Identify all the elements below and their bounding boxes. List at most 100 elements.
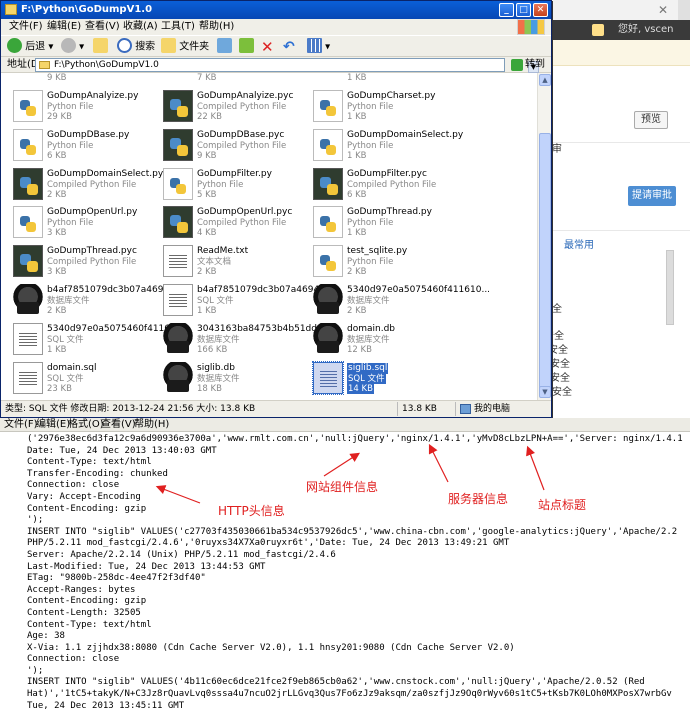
text-line: ETag: "9800b-258dc-4ee47f2f3df40" bbox=[27, 573, 206, 584]
file-item[interactable]: GoDumpDBase.pyc Compiled Python File 9 KB bbox=[163, 127, 313, 165]
compiled-python-icon bbox=[13, 245, 43, 278]
file-item[interactable]: domain.sql SQL 文件 23 KB bbox=[13, 360, 163, 398]
notification-icon[interactable] bbox=[592, 24, 604, 36]
file-item[interactable]: GoDumpDomainSelect.pyc Compiled Python Fi… bbox=[13, 166, 168, 204]
go-button[interactable]: 转到 bbox=[511, 58, 549, 72]
menu-favorites[interactable]: 收藏(A) bbox=[123, 19, 158, 35]
file-item[interactable]: GoDumpThread.py Python File 1 KB bbox=[313, 204, 463, 242]
file-item[interactable]: siglib.db 数据库文件 18 KB bbox=[163, 360, 313, 398]
menu-file[interactable]: 文件(F) bbox=[4, 418, 38, 432]
folders-button[interactable]: 文件夹 bbox=[161, 38, 209, 55]
file-item[interactable]: b4af7851079dc3b07a4694acf... 数据库文件 2 KB bbox=[13, 282, 191, 320]
forward-button[interactable]: ▾ bbox=[61, 38, 84, 55]
address-input[interactable]: F:\Python\GoDumpV1.0 ▼ bbox=[35, 58, 539, 73]
file-item[interactable]: domain.db 数据库文件 12 KB bbox=[313, 321, 463, 359]
file-size: 18 KB bbox=[197, 383, 222, 394]
text-line: Hat)','1tC5+takyK/N+C3Jz8rQuavLvq0sssa4u… bbox=[27, 689, 672, 700]
file-size: 3 KB bbox=[47, 228, 67, 239]
compiled-python-icon bbox=[13, 167, 43, 200]
file-size: 2 KB bbox=[347, 267, 367, 278]
menu-help[interactable]: 帮助(H) bbox=[134, 418, 169, 432]
forward-arrow-icon bbox=[61, 38, 76, 53]
file-item[interactable]: GoDumpDBase.py Python File 6 KB bbox=[13, 127, 163, 165]
file-item[interactable]: GoDumpAnalyize.pyc Compiled Python File 22… bbox=[163, 88, 313, 126]
file-size: 23 KB bbox=[47, 383, 72, 394]
sql-file-icon bbox=[13, 361, 43, 394]
database-file-icon bbox=[163, 361, 193, 394]
title-bar[interactable]: F:\Python\GoDumpV1.0 _ □ ✕ bbox=[1, 1, 551, 19]
browser-tab-bar: ✕ bbox=[540, 0, 690, 20]
file-type: Python File bbox=[347, 218, 394, 229]
close-icon[interactable]: ✕ bbox=[656, 3, 670, 17]
file-item[interactable]: 3043163ba84753b4b51dd329... 数据库文件 166 KB bbox=[163, 321, 343, 359]
menu-help[interactable]: 帮助(H) bbox=[199, 19, 234, 35]
text-line: Content-Encoding: gzip bbox=[27, 503, 147, 514]
file-type: Compiled Python File bbox=[197, 218, 287, 229]
close-icon[interactable]: ✕ bbox=[533, 3, 548, 17]
menu-format[interactable]: 格式(O) bbox=[68, 418, 104, 432]
file-item[interactable]: GoDumpAnalyize.py Python File 29 KB bbox=[13, 88, 163, 126]
maximize-icon[interactable]: □ bbox=[516, 3, 531, 17]
file-item[interactable]: test_sqlite.py Python File 2 KB bbox=[313, 243, 463, 281]
file-type: 文本文档 bbox=[197, 257, 232, 268]
file-size: 5 KB bbox=[197, 189, 217, 200]
vertical-scrollbar[interactable]: ▲ ▼ bbox=[537, 73, 551, 400]
file-item[interactable]: GoDumpDomainSelect.py Python File 1 KB bbox=[313, 127, 463, 165]
file-name: GoDumpThread.py bbox=[347, 207, 432, 218]
file-item[interactable]: b4af7851079dc3b07a4694acf... SQL 文件 1 KB bbox=[163, 282, 341, 320]
file-item[interactable]: GoDumpFilter.py Python File 5 KB bbox=[163, 166, 313, 204]
undo-icon[interactable]: ↶ bbox=[283, 39, 295, 55]
menu-file[interactable]: 文件(F) bbox=[9, 19, 43, 35]
text-line: Content-Length: 32505 bbox=[27, 607, 141, 618]
scrollbar-thumb[interactable] bbox=[539, 133, 551, 395]
file-type: Compiled Python File bbox=[197, 102, 287, 112]
notepad-text-area[interactable]: ('2976e38ec6d3fa12c9a6d90936e3700a','www… bbox=[27, 434, 690, 711]
back-button[interactable]: 后退 ▾ bbox=[7, 38, 53, 55]
file-item[interactable]: siglib.sql SQL 文件 14 KB bbox=[312, 360, 463, 398]
file-item[interactable]: GoDumpFilter.pyc Compiled Python File 6 KB bbox=[313, 166, 463, 204]
submit-approval-button[interactable]: 提请审批 bbox=[628, 186, 676, 206]
annotation-site-title: 站点标题 bbox=[538, 498, 587, 512]
file-item[interactable]: 5340d97e0a5075460f411610... SQL 文件 1 KB bbox=[13, 321, 190, 359]
text-line: Last-Modified: Tue, 24 Dec 2013 13:44:53… bbox=[27, 561, 266, 572]
file-item[interactable]: GoDumpThread.pyc Compiled Python File 3 KB bbox=[13, 243, 163, 281]
views-button[interactable]: ▾ bbox=[307, 38, 330, 55]
file-item[interactable]: GoDumpCharset.py Python File 1 KB bbox=[313, 88, 463, 126]
up-folder-button[interactable] bbox=[93, 38, 108, 55]
file-item[interactable]: GoDumpOpenUrl.pyc Compiled Python File 4 K… bbox=[163, 204, 313, 242]
toolbar: 后退 ▾ ▾ 搜索 文件夹 ✕ ↶ ▾ bbox=[1, 35, 551, 57]
minimize-icon[interactable]: _ bbox=[499, 3, 514, 17]
file-item[interactable]: GoDumpOpenUrl.py Python File 3 KB bbox=[13, 204, 163, 242]
python-file-icon bbox=[13, 128, 43, 161]
file-item[interactable]: ReadMe.txt 文本文档 2 KB bbox=[163, 243, 313, 281]
file-type: Compiled Python File bbox=[47, 257, 137, 268]
scroll-up-icon[interactable]: ▲ bbox=[539, 74, 551, 86]
file-type: SQL 文件 bbox=[47, 334, 84, 345]
search-icon bbox=[117, 38, 132, 53]
text-line: Server: Apache/2.2.14 (Unix) PHP/5.2.11 … bbox=[27, 549, 336, 560]
preview-button[interactable]: 预览 bbox=[634, 111, 668, 129]
scroll-down-icon[interactable]: ▼ bbox=[539, 386, 551, 398]
bg-text: 全 bbox=[552, 304, 562, 315]
file-item[interactable]: 5340d97e0a5075460f411610... 数据库文件 2 KB bbox=[313, 282, 490, 320]
bg-text: 安全 bbox=[552, 387, 572, 398]
most-used-link[interactable]: 最常用 bbox=[564, 236, 594, 251]
text-line: PHP/5.2.11 mod_fastcgi/2.4.6','0ruyxs34X… bbox=[27, 538, 510, 549]
file-type: SQL 文件 bbox=[197, 296, 234, 306]
python-file-icon bbox=[313, 245, 343, 278]
partial-size: 9 KB bbox=[47, 73, 67, 83]
browser-scrollbar[interactable] bbox=[666, 250, 674, 325]
file-name: GoDumpDBase.pyc bbox=[197, 129, 285, 140]
menu-view[interactable]: 查看(V) bbox=[85, 19, 120, 35]
menu-edit[interactable]: 编辑(E) bbox=[47, 19, 81, 35]
move-to-button[interactable] bbox=[217, 38, 232, 55]
text-line: Accept-Ranges: bytes bbox=[27, 584, 136, 595]
file-size: 1 KB bbox=[47, 344, 67, 355]
search-button[interactable]: 搜索 bbox=[117, 38, 155, 55]
menu-edit[interactable]: 编辑(E) bbox=[36, 418, 70, 432]
file-name: GoDumpFilter.py bbox=[197, 168, 272, 179]
menu-tools[interactable]: 工具(T) bbox=[161, 19, 195, 35]
menu-view[interactable]: 查看(V) bbox=[101, 418, 136, 432]
delete-icon[interactable]: ✕ bbox=[261, 39, 274, 55]
copy-to-button[interactable] bbox=[239, 38, 254, 55]
